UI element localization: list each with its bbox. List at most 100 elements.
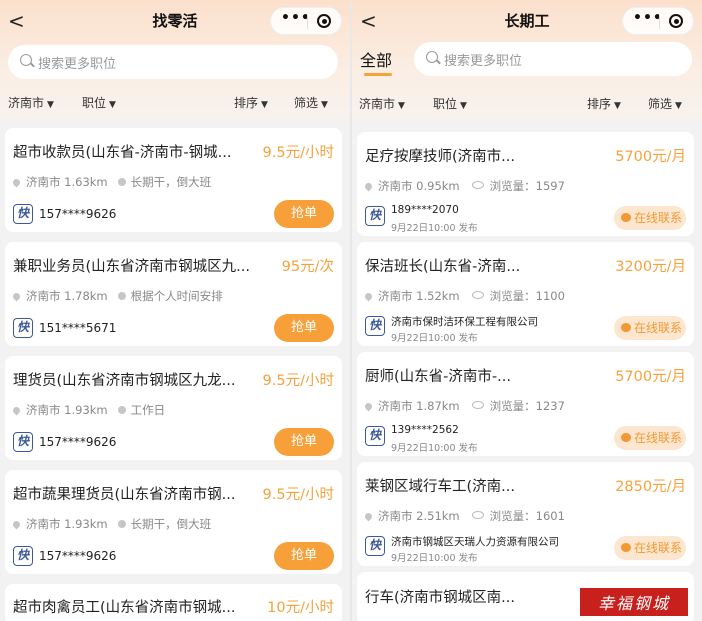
long-term-jobs-screen: < 长期工 ••• 全部 搜索更多职位 济南市 ▼ 职位 ▼ 排序 ▼ 筛选 ▼ 足疗按… xyxy=(352,0,702,621)
job-card[interactable]: 莱钢区域行车工(济南... 2850元/月 济南市 2.51km 浏览量：1601… xyxy=(357,462,694,566)
sort-filter[interactable]: 排序 ▼ xyxy=(587,95,621,112)
eye-icon xyxy=(471,511,484,519)
job-meta: 济南市 1.87km 浏览量：1237 xyxy=(363,398,565,414)
job-title: 保洁班长(山东省-济南... xyxy=(365,259,521,275)
job-meta: 济南市 1.93km 长期干，倒大班 xyxy=(11,516,211,532)
odd-jobs-screen: < 找零活 ••• 搜索更多职位 济南市 ▼ 职位 ▼ 排序 ▼ 筛选 ▼ 超市收款员(… xyxy=(0,0,350,621)
location-icon xyxy=(11,177,22,188)
location-icon xyxy=(363,511,374,522)
search-placeholder: 搜索更多职位 xyxy=(444,54,523,69)
location-icon xyxy=(363,291,374,302)
job-title: 厨师(山东省-济南市-... xyxy=(365,369,511,385)
job-title: 超市蔬果理货员(山东省济南市钢... xyxy=(13,487,236,503)
job-meta: 济南市 2.51km 浏览量：1601 xyxy=(363,508,565,524)
kuai-logo-icon: 快 xyxy=(13,204,33,224)
job-pay: 9.5元/小时 xyxy=(262,373,334,389)
job-title: 兼职业务员(山东省济南市钢城区九... xyxy=(13,259,250,275)
chat-icon xyxy=(621,433,631,442)
clock-icon xyxy=(117,292,126,300)
poster-name: 139****2562 xyxy=(391,424,459,436)
contact-phone: 157****9626 xyxy=(39,207,117,221)
post-date: 9月22日10:00 发布 xyxy=(391,553,478,564)
chat-icon xyxy=(621,543,631,552)
position-filter[interactable]: 职位 ▼ xyxy=(433,95,467,112)
grab-job-button[interactable]: 抢单 xyxy=(274,542,334,570)
location-icon xyxy=(363,401,374,412)
job-meta: 济南市 1.78km 根据个人时间安排 xyxy=(11,288,223,304)
tab-all[interactable]: 全部 xyxy=(360,47,392,76)
job-pay: 9.5元/小时 xyxy=(262,145,334,161)
job-title: 行车(济南市钢城区南... xyxy=(365,590,515,606)
close-mini-program-icon[interactable] xyxy=(669,14,683,28)
online-contact-button[interactable]: 在线联系 xyxy=(614,316,686,340)
chat-icon xyxy=(621,213,631,222)
kuai-logo-icon: 快 xyxy=(365,426,385,446)
search-input[interactable]: 搜索更多职位 xyxy=(8,45,338,79)
job-meta: 济南市 1.52km 浏览量：1100 xyxy=(363,288,565,304)
clock-icon xyxy=(117,406,126,414)
capsule-divider xyxy=(307,15,308,29)
job-title: 超市肉禽员工(山东省济南市钢城... xyxy=(13,600,236,616)
screen-filter[interactable]: 筛选 ▼ xyxy=(648,95,682,112)
job-pay: 5700元/月 xyxy=(615,369,686,385)
site-watermark-logo: 幸福钢城 xyxy=(578,586,690,618)
job-pay: 3200元/月 xyxy=(615,259,686,275)
poster-name: 济南市保时洁环保工程有限公司 xyxy=(391,316,538,328)
job-card[interactable]: 足疗按摩技师(济南市... 5700元/月 济南市 0.95km 浏览量：1597… xyxy=(357,132,694,236)
contact-phone: 151****5671 xyxy=(39,321,117,335)
online-contact-button[interactable]: 在线联系 xyxy=(614,206,686,230)
job-pay: 9.5元/小时 xyxy=(262,487,334,503)
clock-icon xyxy=(117,520,126,528)
contact-phone: 157****9626 xyxy=(39,549,117,563)
search-input[interactable]: 搜索更多职位 xyxy=(414,42,692,76)
post-date: 9月22日10:00 发布 xyxy=(391,333,478,344)
job-card[interactable]: 超市收款员(山东省-济南市-钢城... 9.5元/小时 济南市 1.63km 长期… xyxy=(5,128,342,232)
job-card[interactable]: 保洁班长(山东省-济南... 3200元/月 济南市 1.52km 浏览量：110… xyxy=(357,242,694,346)
post-date: 9月22日10:00 发布 xyxy=(391,443,478,454)
grab-job-button[interactable]: 抢单 xyxy=(274,200,334,228)
position-filter[interactable]: 职位 ▼ xyxy=(82,94,116,111)
mini-program-capsule: ••• xyxy=(270,7,342,35)
job-card[interactable]: 超市肉禽员工(山东省济南市钢城... 10元/小时 xyxy=(5,584,342,621)
filter-bar: 济南市 ▼ 职位 ▼ 排序 ▼ 筛选 ▼ xyxy=(0,94,350,114)
job-card[interactable]: 理货员(山东省济南市钢城区九龙... 9.5元/小时 济南市 1.93km 工作日… xyxy=(5,356,342,460)
job-title: 超市收款员(山东省-济南市-钢城... xyxy=(13,145,232,161)
screen-filter[interactable]: 筛选 ▼ xyxy=(294,94,328,111)
job-card[interactable]: 厨师(山东省-济南市-... 5700元/月 济南市 1.87km 浏览量：123… xyxy=(357,352,694,456)
kuai-logo-icon: 快 xyxy=(13,318,33,338)
job-meta: 济南市 1.93km 工作日 xyxy=(11,402,165,418)
kuai-logo-icon: 快 xyxy=(365,536,385,556)
grab-job-button[interactable]: 抢单 xyxy=(274,314,334,342)
job-card[interactable]: 超市蔬果理货员(山东省济南市钢... 9.5元/小时 济南市 1.93km 长期干… xyxy=(5,470,342,574)
online-contact-button[interactable]: 在线联系 xyxy=(614,536,686,560)
grab-job-button[interactable]: 抢单 xyxy=(274,428,334,456)
clock-icon xyxy=(117,178,126,186)
location-icon xyxy=(11,291,22,302)
job-card[interactable]: 兼职业务员(山东省济南市钢城区九... 95元/次 济南市 1.78km 根据个人… xyxy=(5,242,342,346)
online-contact-button[interactable]: 在线联系 xyxy=(614,426,686,450)
job-meta: 济南市 1.63km 长期干，倒大班 xyxy=(11,174,211,190)
chat-icon xyxy=(621,323,631,332)
job-title: 足疗按摩技师(济南市... xyxy=(365,149,515,165)
filter-bar: 济南市 ▼ 职位 ▼ 排序 ▼ 筛选 ▼ xyxy=(352,95,702,115)
caret-down-icon: ▼ xyxy=(47,100,54,110)
location-icon xyxy=(11,519,22,530)
kuai-logo-icon: 快 xyxy=(13,546,33,566)
poster-name: 189****2070 xyxy=(391,204,459,216)
search-icon xyxy=(426,51,438,63)
caret-down-icon: ▼ xyxy=(460,101,467,111)
search-placeholder: 搜索更多职位 xyxy=(38,57,117,72)
kuai-logo-icon: 快 xyxy=(13,432,33,452)
job-pay: 2850元/月 xyxy=(615,479,686,495)
caret-down-icon: ▼ xyxy=(614,101,621,111)
kuai-logo-icon: 快 xyxy=(365,206,385,226)
city-filter[interactable]: 济南市 ▼ xyxy=(8,94,54,111)
caret-down-icon: ▼ xyxy=(261,100,268,110)
job-pay: 10元/小时 xyxy=(267,600,334,616)
job-title: 莱钢区域行车工(济南... xyxy=(365,479,515,495)
contact-phone: 157****9626 xyxy=(39,435,117,449)
close-mini-program-icon[interactable] xyxy=(317,14,331,28)
sort-filter[interactable]: 排序 ▼ xyxy=(234,94,268,111)
city-filter[interactable]: 济南市 ▼ xyxy=(359,95,405,112)
post-date: 9月22日10:00 发布 xyxy=(391,223,478,234)
